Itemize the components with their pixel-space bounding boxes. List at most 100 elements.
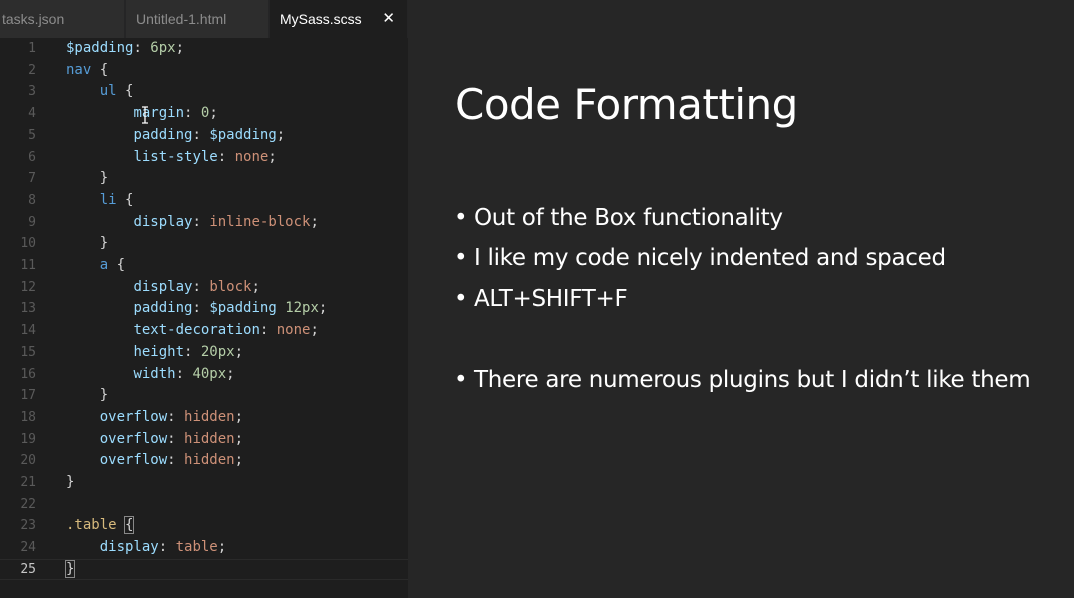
line-number: 1	[28, 41, 36, 56]
code-line[interactable]: 21}	[0, 472, 408, 494]
code-line[interactable]: 13 padding: $padding 12px;	[0, 298, 408, 320]
line-number: 3	[28, 84, 36, 100]
slide-title: Code Formatting	[455, 80, 798, 129]
code-editor[interactable]: tasks.json Untitled-1.html MySass.scss ✕…	[0, 0, 408, 598]
line-number: 6	[28, 149, 36, 165]
code-token: ;	[217, 539, 227, 556]
line-number: 16	[20, 366, 36, 382]
tab-untitled-1-html[interactable]: Untitled-1.html	[126, 0, 269, 38]
code-line[interactable]: 22	[0, 494, 408, 516]
code-line[interactable]: 23 .table {	[0, 515, 408, 537]
code-line[interactable]: 7 }	[0, 168, 408, 190]
code-token: :	[167, 452, 185, 469]
code-text: .table {	[66, 515, 135, 537]
code-text: $padding: 6px;	[66, 38, 184, 60]
code-line[interactable]: 18 overflow: hidden;	[0, 407, 408, 429]
code-token: nav	[66, 61, 92, 78]
code-line[interactable]: 2 nav {	[0, 60, 408, 82]
code-token: hidden	[184, 430, 235, 447]
code-text: }	[66, 168, 108, 190]
code-text: }	[66, 472, 74, 494]
code-text: }	[64, 559, 76, 581]
code-line[interactable]: 8 li {	[0, 190, 408, 212]
code-token: overflow	[99, 408, 168, 425]
code-line[interactable]: 20 overflow: hidden;	[0, 450, 408, 472]
line-number: 19	[20, 431, 36, 447]
line-number: 22	[20, 496, 36, 512]
code-line[interactable]: 1 $padding: 6px;	[0, 38, 408, 60]
line-number: 18	[20, 409, 36, 425]
code-text: }	[66, 385, 108, 407]
code-text: }	[66, 233, 108, 255]
code-token: :	[175, 365, 193, 382]
code-line[interactable]: 24 display: table;	[0, 537, 408, 559]
line-number: 14	[20, 323, 36, 339]
bullet-item: • I like my code nicely indented and spac…	[454, 245, 946, 271]
code-text: width: 40px;	[66, 364, 234, 386]
code-line[interactable]: 10 }	[0, 233, 408, 255]
line-number: 12	[20, 279, 36, 295]
tab-mysass-scss[interactable]: MySass.scss ✕	[270, 0, 408, 38]
code-line[interactable]: 11 a {	[0, 255, 408, 277]
tab-tasks-json[interactable]: tasks.json	[0, 0, 125, 38]
code-token: display	[99, 539, 159, 556]
code-token: {	[91, 61, 109, 78]
code-token: none	[276, 322, 311, 339]
code-line[interactable]: 19 overflow: hidden;	[0, 429, 408, 451]
code-area[interactable]: 1 $padding: 6px; 2 nav {3 ul {4 margin: 0; 5…	[0, 38, 408, 598]
code-token: ;	[175, 40, 185, 56]
line-number: 13	[20, 301, 36, 317]
text-cursor-icon	[141, 106, 149, 124]
tab-label: tasks.json	[2, 11, 65, 27]
code-line[interactable]: 12 display: block;	[0, 277, 408, 299]
code-line[interactable]: 5 padding: $padding;	[0, 125, 408, 147]
code-line[interactable]: 3 ul {	[0, 81, 408, 103]
code-line[interactable]: 9 display: inline-block;	[0, 212, 408, 234]
code-line[interactable]: 14 text-decoration: none;	[0, 320, 408, 342]
code-text: display: block;	[66, 277, 259, 299]
code-token: display	[133, 278, 193, 295]
line-number: 11	[20, 258, 36, 273]
code-token: ;	[268, 148, 277, 165]
tab-label: MySass.scss	[280, 11, 362, 27]
code-line[interactable]: 4 margin: 0;	[0, 103, 408, 125]
line-number: 24	[20, 540, 36, 556]
bullet-item: • There are numerous plugins but I didn’t…	[454, 367, 1031, 393]
code-token: none	[234, 148, 269, 165]
line-number: 25	[20, 561, 36, 577]
code-line[interactable]: 16 width: 40px;	[0, 364, 408, 386]
code-token: ;	[318, 300, 328, 317]
code-token: }	[66, 170, 109, 187]
code-line[interactable]: 25}	[0, 559, 408, 581]
code-token: :	[217, 148, 235, 165]
presentation-slide: Code Formatting • Out of the Box function…	[408, 0, 1074, 598]
code-token: table	[175, 539, 218, 556]
code-token: $padding	[209, 300, 277, 317]
code-token: ;	[310, 322, 319, 339]
code-line[interactable]: 15 height: 20px;	[0, 342, 408, 364]
bullet-item: • Out of the Box functionality	[454, 205, 783, 231]
bullet-text: I like my code nicely indented and space…	[474, 245, 946, 271]
bullet-icon: •	[454, 205, 468, 231]
code-token: :	[167, 408, 185, 425]
close-icon[interactable]: ✕	[382, 0, 395, 38]
code-token: padding	[133, 300, 193, 317]
line-number: 4	[28, 106, 36, 122]
code-token: :	[184, 105, 201, 122]
code-token: ;	[209, 105, 218, 122]
code-token: :	[192, 213, 210, 230]
code-token: block	[209, 278, 252, 295]
code-token: :	[158, 539, 176, 556]
line-number: 10	[20, 236, 36, 252]
code-line[interactable]: 6 list-style: none;	[0, 147, 408, 169]
code-line[interactable]: 17 }	[0, 385, 408, 407]
code-text: overflow: hidden;	[66, 450, 243, 472]
bullet-text: There are numerous plugins but I didn’t …	[474, 367, 1031, 393]
code-text: padding: $padding 12px;	[66, 298, 327, 320]
bullet-text: Out of the Box functionality	[474, 205, 783, 231]
